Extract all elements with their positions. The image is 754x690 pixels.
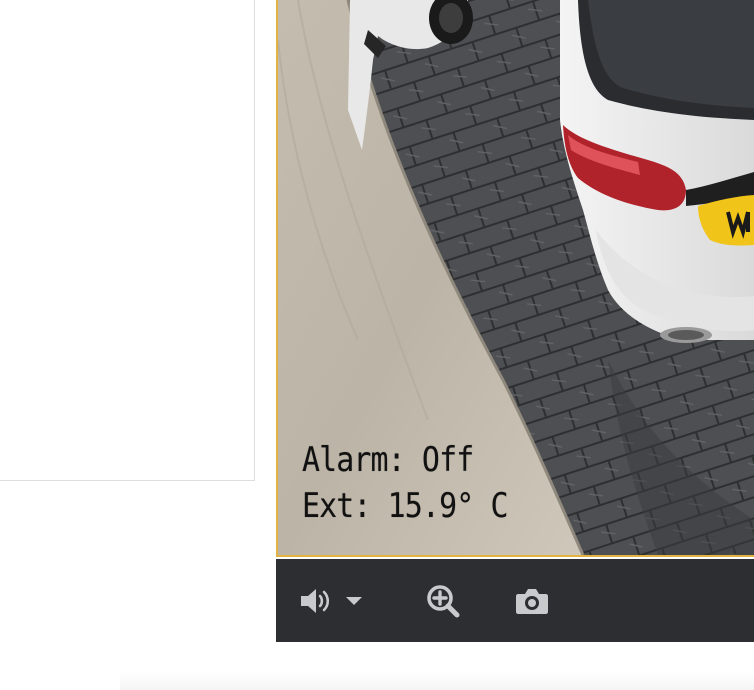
- video-control-bar: [276, 559, 754, 642]
- external-temperature-text: Ext: 15.9° C: [302, 486, 508, 526]
- digital-zoom-button[interactable]: [424, 559, 462, 642]
- speaker-icon: [301, 588, 330, 613]
- audio-toggle-button[interactable]: [298, 559, 334, 642]
- camera-video-feed[interactable]: Alarm: Off Ext: 15.9° C: [276, 0, 754, 557]
- side-panel: [0, 0, 255, 481]
- audio-options-dropdown[interactable]: [342, 559, 366, 642]
- alarm-status-text: Alarm: Off: [302, 440, 474, 480]
- snapshot-button[interactable]: [514, 559, 550, 642]
- page-bottom-shadow: [120, 672, 754, 690]
- viewer-page: Alarm: Off Ext: 15.9° C: [0, 0, 754, 690]
- camera-icon: [516, 588, 548, 614]
- caret-down-icon: [346, 596, 362, 605]
- camera-osd-overlay: Alarm: Off Ext: 15.9° C: [302, 437, 508, 529]
- zoom-in-icon: [427, 584, 460, 617]
